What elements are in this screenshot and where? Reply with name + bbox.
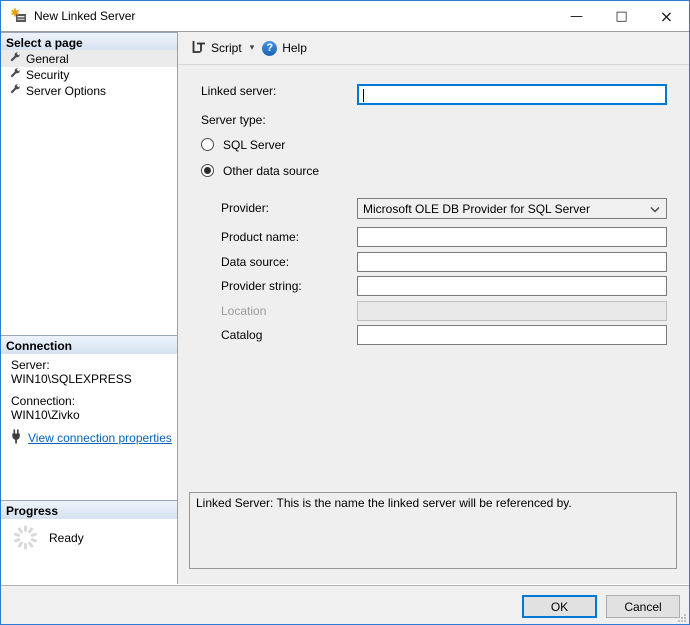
server-type-label: Server type: [201,113,266,127]
progress-status: Ready [49,531,84,545]
sidebar-item-label: Server Options [26,84,106,98]
catalog-input[interactable] [357,325,667,345]
wrench-icon [9,51,21,66]
help-icon: ? [262,41,277,56]
provider-label: Provider: [221,201,269,215]
radio-other-data-source[interactable] [201,164,214,177]
script-button-label: Script [211,41,242,55]
wrench-icon [9,67,21,82]
minimize-button[interactable]: — [554,1,599,31]
new-linked-server-dialog: New Linked Server — □ × Script ▾ ? Help [0,0,690,625]
provider-string-label: Provider string: [221,279,302,293]
help-button-label: Help [282,41,307,55]
server-label: Server: [11,358,50,372]
sidebar-item-label: Security [26,68,69,82]
provider-selected-value: Microsoft OLE DB Provider for SQL Server [363,202,590,216]
radio-sql-server-label[interactable]: SQL Server [223,138,285,152]
sidebar-item-server-options[interactable]: Server Options [1,82,177,99]
data-source-input[interactable] [357,252,667,272]
provider-string-input[interactable] [357,276,667,296]
script-icon [191,39,206,57]
new-server-icon [11,8,27,24]
dialog-toolbar: Script ▾ ? Help [178,32,689,65]
resize-grip[interactable] [677,612,687,622]
sidebar-item-label: General [26,52,69,66]
provider-select[interactable]: Microsoft OLE DB Provider for SQL Server [357,198,667,219]
script-dropdown-icon[interactable]: ▾ [248,43,257,53]
view-connection-properties-link[interactable]: View connection properties [28,431,172,445]
wrench-icon [9,83,21,98]
radio-other-data-source-label[interactable]: Other data source [223,164,319,178]
product-name-input[interactable] [357,227,667,247]
field-description-box: Linked Server: This is the name the link… [189,492,677,569]
chevron-down-icon [650,202,660,216]
progress-spinner-icon [12,524,39,554]
server-value: WIN10\SQLEXPRESS [11,372,132,386]
sidebar-item-security[interactable]: Security [1,66,177,83]
connection-properties-icon [10,429,24,447]
cancel-button[interactable]: Cancel [606,595,680,618]
product-name-label: Product name: [221,230,299,244]
catalog-label: Catalog [221,328,262,342]
location-label: Location [221,304,266,318]
title-bar[interactable]: New Linked Server — □ × [1,1,689,32]
linked-server-input[interactable] [357,84,667,105]
help-button[interactable]: ? Help [256,37,313,60]
text-caret [363,89,364,102]
maximize-button[interactable]: □ [599,1,644,31]
select-a-page-header: Select a page [1,32,177,51]
window-title: New Linked Server [34,9,135,23]
sidebar-item-general[interactable]: General [1,50,177,67]
connection-header: Connection [1,335,177,354]
location-input [357,301,667,321]
script-button[interactable]: Script [185,35,248,61]
connection-value: WIN10\Zivko [11,408,80,422]
ok-button[interactable]: OK [522,595,597,618]
radio-sql-server[interactable] [201,138,214,151]
linked-server-label: Linked server: [201,84,276,98]
progress-header: Progress [1,500,177,519]
close-button[interactable]: × [644,1,689,31]
data-source-label: Data source: [221,255,289,269]
connection-label: Connection: [11,394,75,408]
